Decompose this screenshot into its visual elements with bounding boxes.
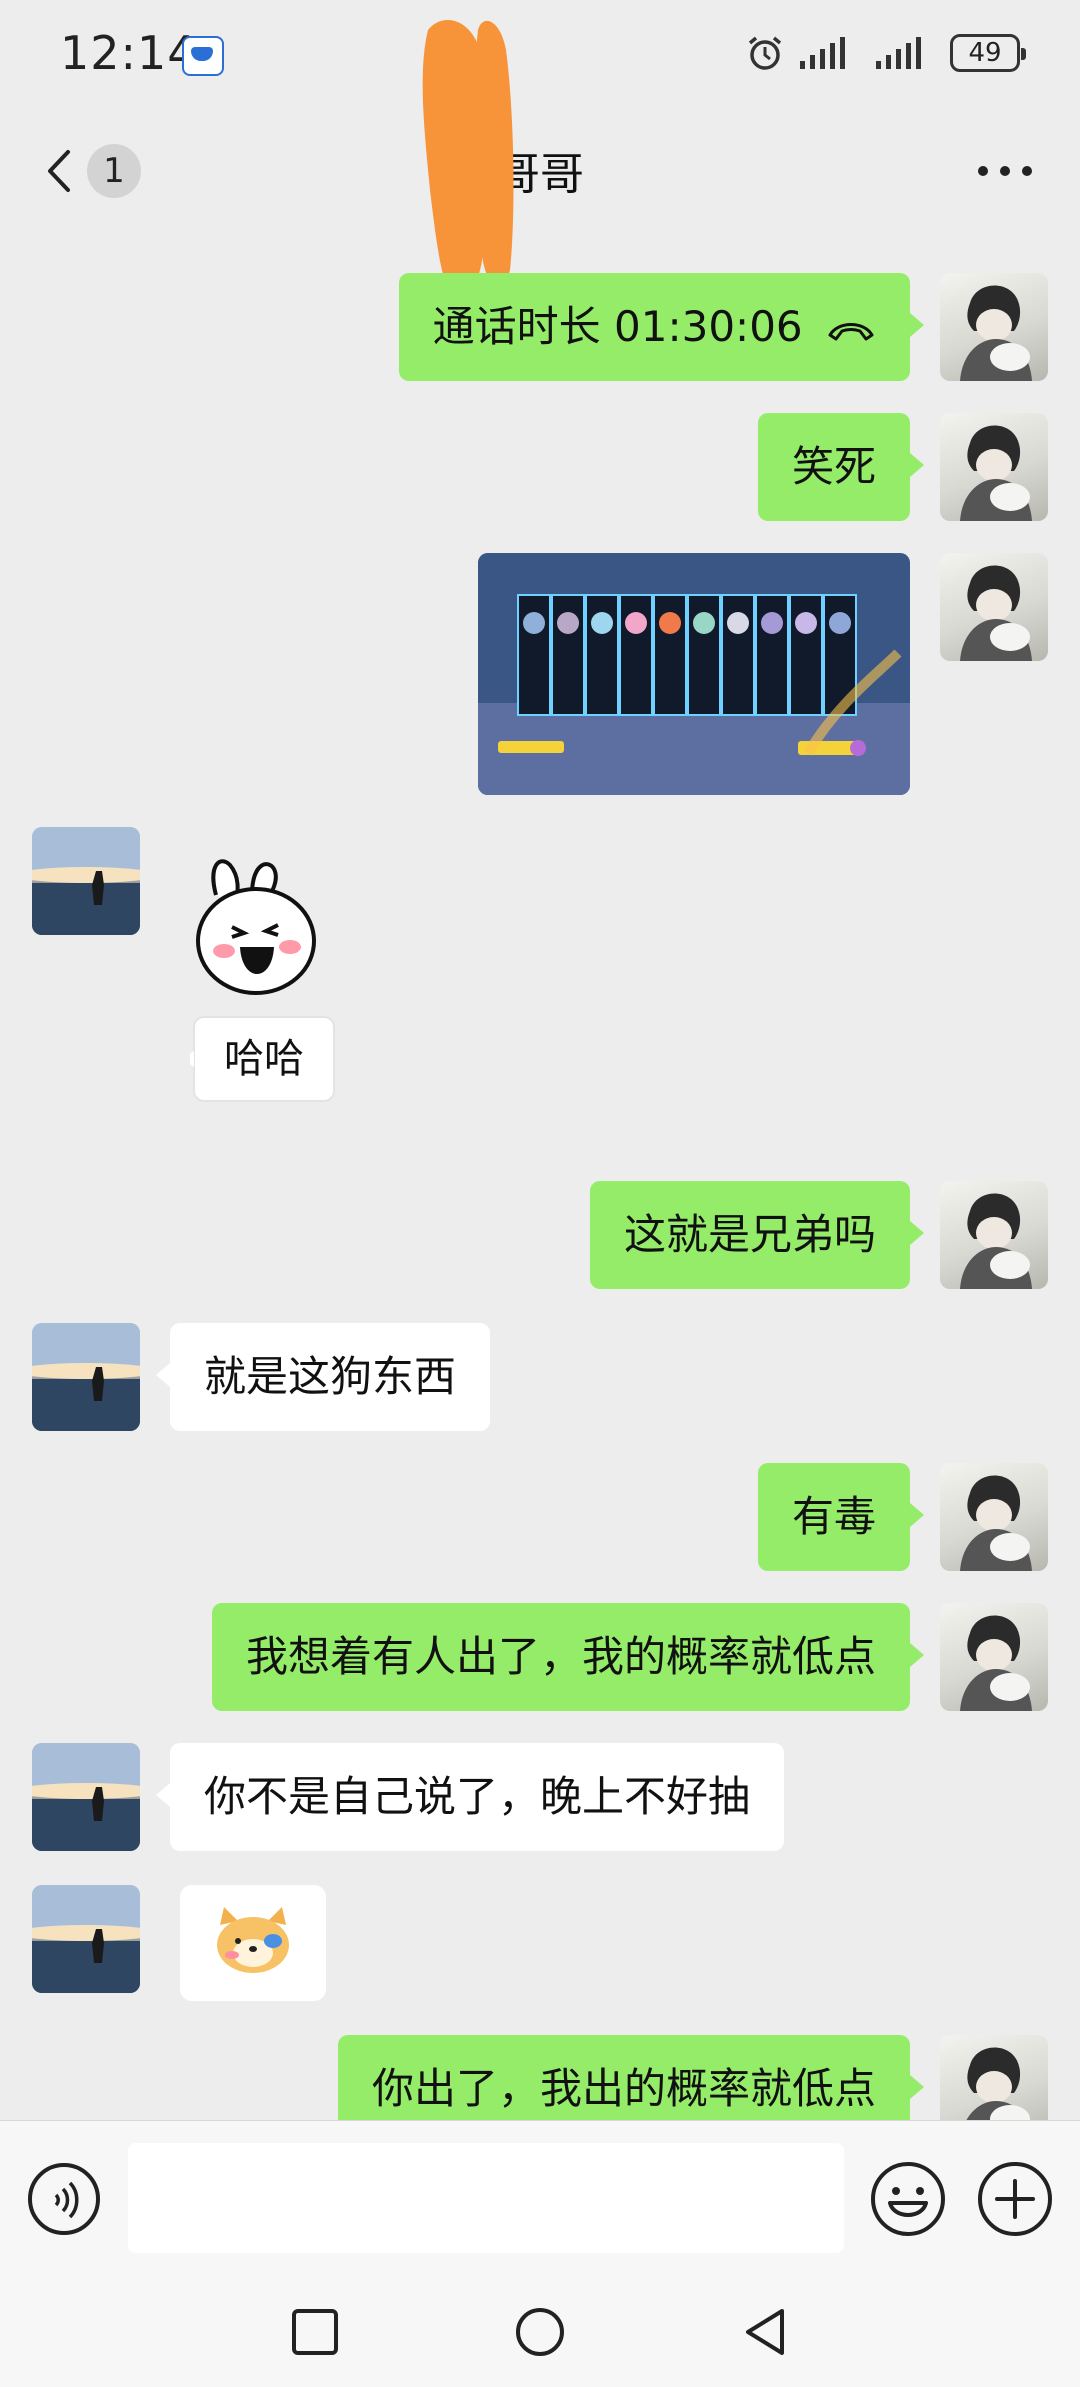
game-screenshot-image bbox=[478, 553, 910, 795]
system-navigation-bar bbox=[0, 2275, 1080, 2387]
home-icon[interactable] bbox=[505, 2297, 575, 2367]
message-row: 哈哈 bbox=[0, 827, 1080, 1107]
message-row: 就是这狗东西 bbox=[0, 1323, 1080, 1431]
my-avatar[interactable] bbox=[940, 1603, 1048, 1711]
contact-avatar[interactable] bbox=[32, 1743, 140, 1851]
message-row: 你不是自己说了，晚上不好抽 bbox=[0, 1743, 1080, 1851]
plus-icon[interactable] bbox=[975, 2159, 1055, 2239]
image-message[interactable] bbox=[478, 553, 910, 795]
message-row bbox=[0, 553, 1080, 795]
my-avatar[interactable] bbox=[940, 2035, 1048, 2120]
sticker-message[interactable]: 哈哈 bbox=[182, 855, 340, 1105]
chat-area[interactable]: 通话时长 01:30:06 笑死 哈哈 这就是兄弟吗 就是这狗东西 有毒 我想着… bbox=[0, 235, 1080, 2120]
alarm-icon bbox=[748, 36, 782, 70]
call-duration-text: 通话时长 01:30:06 bbox=[432, 302, 803, 351]
more-icon[interactable] bbox=[970, 146, 1040, 196]
message-bubble[interactable]: 笑死 bbox=[757, 413, 925, 521]
message-row bbox=[0, 1885, 1080, 2001]
contact-avatar[interactable] bbox=[32, 827, 140, 935]
my-avatar[interactable] bbox=[940, 413, 1048, 521]
phone-hangup-icon bbox=[828, 322, 874, 340]
message-row: 笑死 bbox=[0, 413, 1080, 521]
emoji-bubble[interactable] bbox=[180, 1885, 326, 2001]
message-row: 我想着有人出了，我的概率就低点 bbox=[0, 1603, 1080, 1711]
my-avatar[interactable] bbox=[940, 1181, 1048, 1289]
sticker-caption: 哈哈 bbox=[224, 1036, 304, 1082]
chat-title: 哥哥 bbox=[496, 149, 584, 200]
my-avatar[interactable] bbox=[940, 553, 1048, 661]
emoji-icon[interactable] bbox=[868, 2159, 948, 2239]
status-icons: 49 bbox=[746, 30, 1026, 76]
message-row: 这就是兄弟吗 bbox=[0, 1181, 1080, 1289]
message-row: 有毒 bbox=[0, 1463, 1080, 1571]
status-bar: 12:14 49 bbox=[0, 0, 1080, 110]
signal-icon bbox=[800, 37, 845, 69]
message-input[interactable] bbox=[128, 2143, 844, 2253]
message-bubble[interactable]: 我想着有人出了，我的概率就低点 bbox=[211, 1603, 925, 1711]
battery-icon: 49 bbox=[950, 34, 1026, 72]
signal-icon bbox=[876, 37, 921, 69]
doge-emoji-icon bbox=[217, 1907, 289, 1973]
my-avatar[interactable] bbox=[940, 273, 1048, 381]
app-notification-icon bbox=[182, 36, 224, 76]
chat-header: 1 哥哥 bbox=[0, 110, 1080, 235]
message-bubble[interactable]: 你出了，我出的概率就低点 bbox=[337, 2035, 925, 2120]
back-icon[interactable] bbox=[730, 2297, 800, 2367]
message-bubble[interactable]: 有毒 bbox=[757, 1463, 925, 1571]
my-avatar[interactable] bbox=[940, 1463, 1048, 1571]
contact-avatar[interactable] bbox=[32, 1323, 140, 1431]
message-bubble[interactable]: 就是这狗东西 bbox=[155, 1323, 491, 1431]
status-time: 12:14 bbox=[60, 26, 198, 80]
call-record-bubble[interactable]: 通话时长 01:30:06 bbox=[398, 273, 925, 381]
voice-icon[interactable] bbox=[26, 2161, 102, 2237]
contact-avatar[interactable] bbox=[32, 1885, 140, 1993]
message-bubble[interactable]: 这就是兄弟吗 bbox=[589, 1181, 925, 1289]
recent-apps-icon[interactable] bbox=[280, 2297, 350, 2367]
message-bubble[interactable]: 你不是自己说了，晚上不好抽 bbox=[155, 1743, 785, 1851]
input-bar bbox=[0, 2120, 1080, 2276]
message-row: 通话时长 01:30:06 bbox=[0, 273, 1080, 381]
message-row: 你出了，我出的概率就低点 bbox=[0, 2035, 1080, 2120]
